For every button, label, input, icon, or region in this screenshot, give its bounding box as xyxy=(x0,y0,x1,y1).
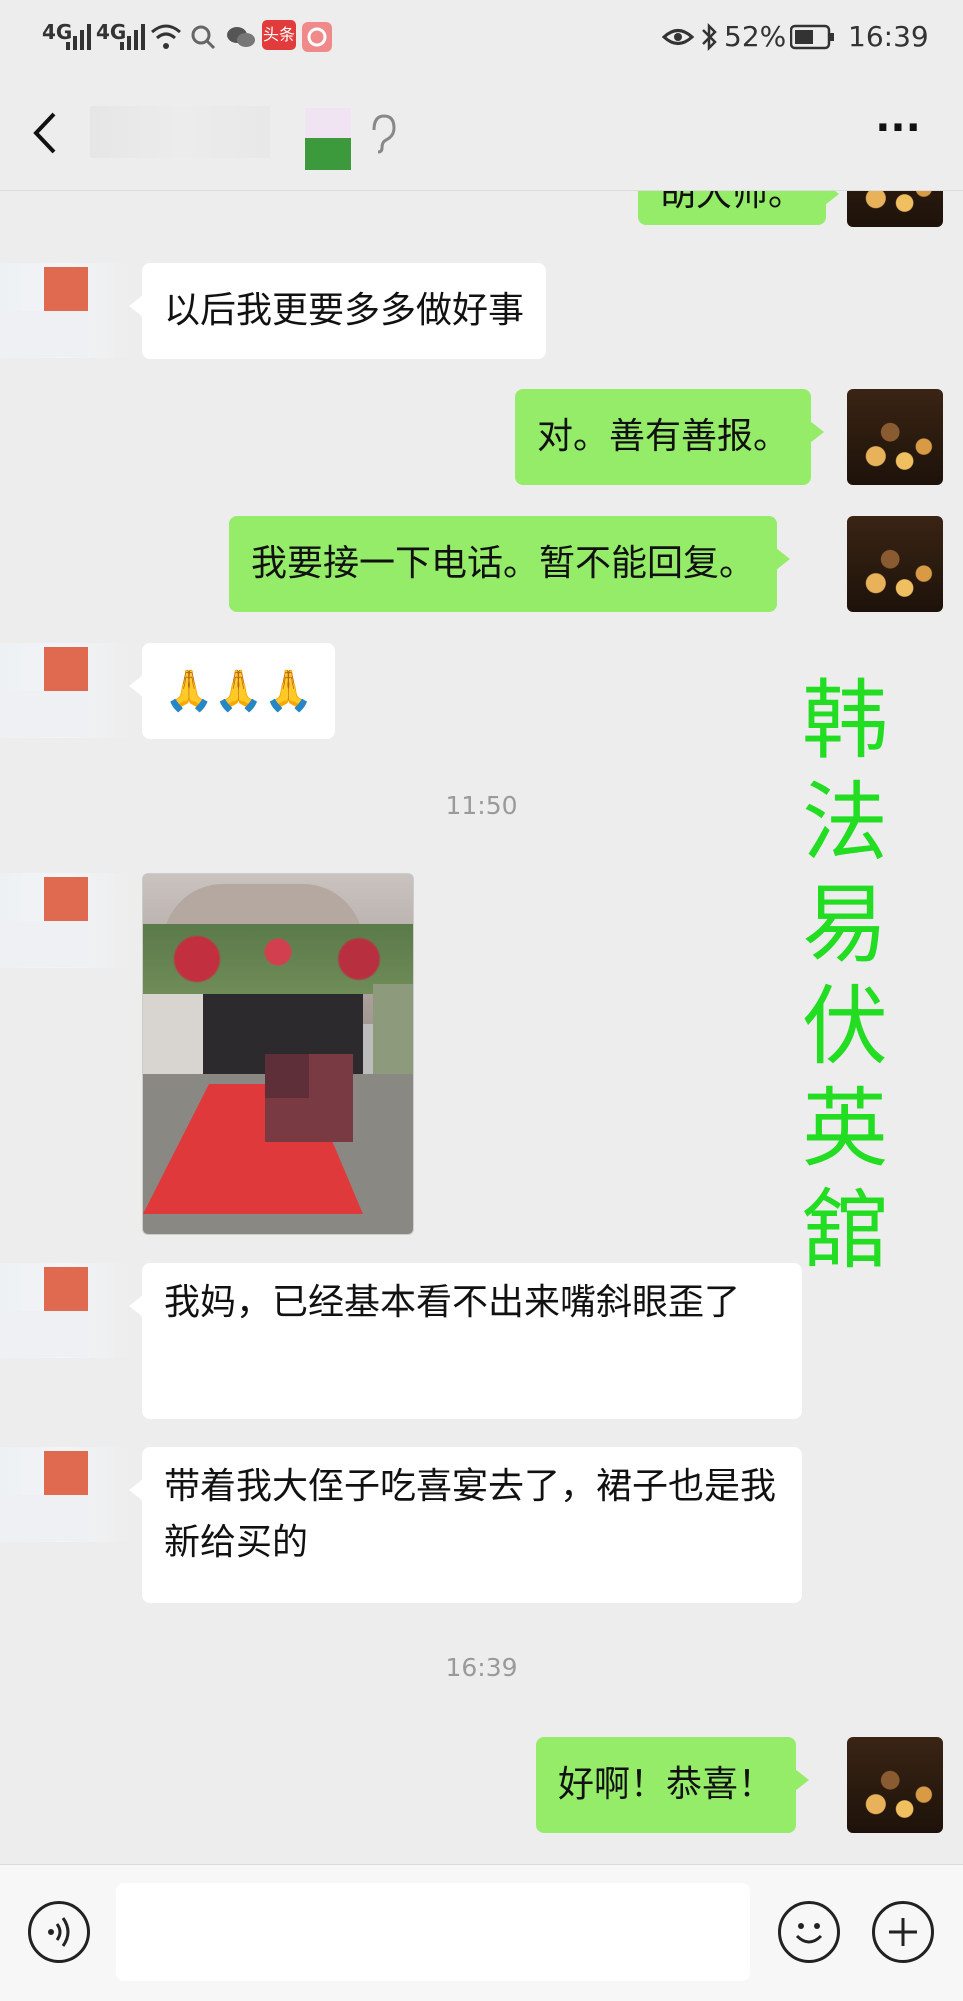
chevron-left-icon xyxy=(33,112,56,154)
message-input[interactable] xyxy=(116,1883,750,1981)
signal-bars-icon xyxy=(64,22,94,59)
message-bubble-out[interactable]: 我要接一下电话。暂不能回复。 xyxy=(229,516,791,612)
message-bubble-in[interactable]: 我妈，已经基本看不出来嘴斜眼歪了 xyxy=(129,1263,802,1419)
chat-header: ··· xyxy=(0,78,963,191)
input-bar xyxy=(0,1864,963,2001)
eye-icon xyxy=(661,24,695,57)
message-bubble-out[interactable]: 好啊！恭喜！ xyxy=(536,1737,810,1833)
weibo-app-icon xyxy=(302,22,332,59)
message-bubble-out[interactable]: 对。善有善报。 xyxy=(515,389,825,485)
contact-avatar[interactable] xyxy=(0,1447,130,1542)
my-avatar[interactable] xyxy=(847,191,943,227)
status-time: 16:39 xyxy=(848,20,929,53)
watermark-text: 韩法易伏英舘 xyxy=(802,671,888,1281)
status-bar: 4G 4G 头条 52% 16:39 xyxy=(0,0,963,78)
message-bubble-in[interactable]: 带着我大侄子吃喜宴去了，裙子也是我新给买的 xyxy=(129,1447,802,1603)
back-button[interactable] xyxy=(30,108,60,162)
ear-icon xyxy=(368,114,396,158)
battery-percent: 52% xyxy=(724,20,787,53)
my-avatar[interactable] xyxy=(847,516,943,612)
smiley-icon xyxy=(795,1923,823,1944)
contact-avatar[interactable] xyxy=(0,873,130,968)
plus-button[interactable] xyxy=(872,1901,934,1963)
contact-avatar-blurred xyxy=(305,108,351,170)
wechat-icon xyxy=(226,24,256,57)
signal-bars-icon xyxy=(118,22,148,59)
contact-name-blurred xyxy=(90,106,270,158)
timestamp: 16:39 xyxy=(445,1653,518,1682)
emoji-button[interactable] xyxy=(778,1901,840,1963)
more-options-button[interactable]: ··· xyxy=(868,98,928,158)
contact-avatar[interactable] xyxy=(0,263,130,358)
plus-icon xyxy=(889,1918,917,1946)
battery-icon xyxy=(789,24,836,57)
message-bubble-out[interactable]: 胡大师。 xyxy=(638,191,840,225)
message-bubble-in[interactable]: 以后我更要多多做好事 xyxy=(128,263,547,359)
image-message[interactable] xyxy=(142,873,414,1235)
my-avatar[interactable] xyxy=(847,389,943,485)
search-icon xyxy=(190,24,216,57)
bluetooth-icon xyxy=(700,22,718,59)
wifi-icon xyxy=(150,22,182,59)
emoji-message-bubble[interactable]: 🙏🙏🙏 xyxy=(128,643,336,739)
voice-button[interactable] xyxy=(28,1901,90,1963)
contact-avatar[interactable] xyxy=(0,643,130,738)
voice-icon xyxy=(48,1917,70,1947)
contact-avatar[interactable] xyxy=(0,1263,130,1358)
my-avatar[interactable] xyxy=(847,1737,943,1833)
toutiao-app-icon: 头条 xyxy=(262,20,296,50)
